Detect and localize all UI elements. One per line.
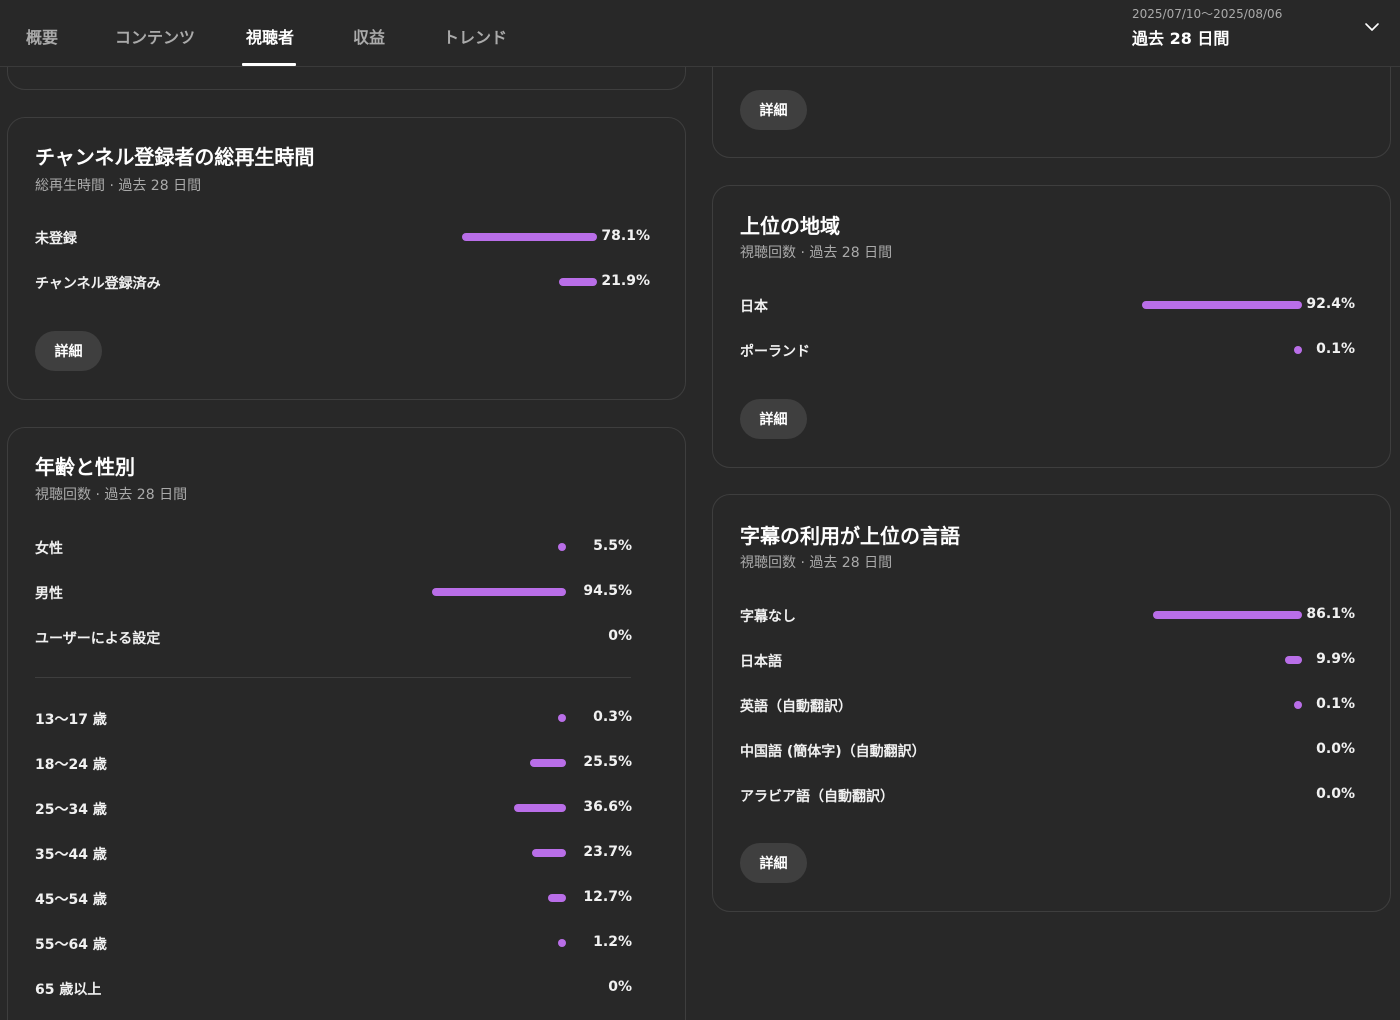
details-button[interactable]: 詳細 — [740, 90, 807, 130]
age-gender-card: 年齢と性別 視聴回数 · 過去 28 日間 女性 5.5% 男性 94.5% ユ… — [7, 427, 686, 1020]
age-label: 65 歳以上 — [35, 982, 102, 998]
percent-value: 0.0% — [1316, 786, 1355, 802]
gender-label: 女性 — [35, 541, 63, 557]
percent-value: 78.1% — [601, 228, 650, 244]
tab-trends[interactable]: トレンド — [443, 28, 507, 48]
gender-label: 男性 — [35, 586, 63, 602]
card-subtitle: 総再生時間 · 過去 28 日間 — [35, 178, 202, 194]
row-label: チャンネル登録済み — [35, 276, 161, 292]
percent-value: 0.3% — [593, 709, 632, 725]
language-label: 英語（自動翻訳） — [740, 699, 852, 715]
bar — [529, 759, 566, 767]
tab-revenue[interactable]: 収益 — [353, 28, 385, 48]
region-label: ポーランド — [740, 344, 810, 360]
percent-value: 12.7% — [583, 889, 632, 905]
percent-value: 9.9% — [1316, 651, 1355, 667]
card-title: 字幕の利用が上位の言語 — [740, 524, 960, 548]
percent-value: 0% — [608, 628, 632, 644]
age-label: 13〜17 歳 — [35, 712, 107, 728]
percent-value: 25.5% — [583, 754, 632, 770]
percent-value: 0.0% — [1316, 741, 1355, 757]
percent-value: 0% — [608, 979, 632, 995]
age-label: 35〜44 歳 — [35, 847, 107, 863]
region-label: 日本 — [740, 299, 768, 315]
card-subtitle: 視聴回数 · 過去 28 日間 — [740, 555, 893, 571]
language-label: アラビア語（自動翻訳） — [740, 789, 894, 805]
percent-value: 94.5% — [583, 583, 632, 599]
bar — [461, 233, 597, 241]
subtitle-languages-card: 字幕の利用が上位の言語 視聴回数 · 過去 28 日間 字幕なし 86.1% 日… — [712, 494, 1391, 912]
bar — [1142, 301, 1302, 309]
language-label: 字幕なし — [740, 609, 796, 625]
date-range-text[interactable]: 2025/07/10〜2025/08/06 — [1132, 5, 1282, 22]
tab-content[interactable]: コンテンツ — [115, 28, 195, 48]
details-button[interactable]: 詳細 — [740, 399, 807, 439]
language-label: 日本語 — [740, 654, 782, 670]
bar — [514, 804, 566, 812]
subscriber-watch-time-card: チャンネル登録者の総再生時間 総再生時間 · 過去 28 日間 未登録 78.1… — [7, 117, 686, 400]
active-tab-indicator — [242, 63, 296, 66]
gender-label: ユーザーによる設定 — [35, 631, 161, 647]
divider — [35, 677, 631, 678]
analytics-page: 概要 コンテンツ 視聴者 収益 トレンド 2025/07/10〜2025/08/… — [0, 0, 1400, 1020]
details-button[interactable]: 詳細 — [35, 331, 102, 371]
bar — [532, 849, 566, 857]
percent-value: 0.1% — [1316, 696, 1355, 712]
bar — [558, 939, 566, 947]
bar — [558, 714, 566, 722]
card-title: チャンネル登録者の総再生時間 — [35, 145, 315, 169]
percent-value: 36.6% — [583, 799, 632, 815]
age-label: 45〜54 歳 — [35, 892, 107, 908]
details-button[interactable]: 詳細 — [740, 843, 807, 883]
percent-value: 21.9% — [601, 273, 650, 289]
top-tab-bar: 概要 コンテンツ 視聴者 収益 トレンド 2025/07/10〜2025/08/… — [0, 0, 1400, 67]
age-label: 18〜24 歳 — [35, 757, 107, 773]
period-selector-label[interactable]: 過去 28 日間 — [1132, 25, 1229, 49]
card-title: 年齢と性別 — [35, 455, 135, 479]
row-label: 未登録 — [35, 231, 77, 247]
card-subtitle: 視聴回数 · 過去 28 日間 — [35, 487, 188, 503]
percent-value: 23.7% — [583, 844, 632, 860]
card-subtitle: 視聴回数 · 過去 28 日間 — [740, 245, 893, 261]
bar — [558, 543, 566, 551]
percent-value: 86.1% — [1306, 606, 1355, 622]
tab-audience[interactable]: 視聴者 — [246, 28, 294, 48]
age-label: 25〜34 歳 — [35, 802, 107, 818]
percent-value: 5.5% — [593, 538, 632, 554]
tab-overview[interactable]: 概要 — [26, 28, 58, 48]
bar — [547, 894, 566, 902]
bar — [1153, 611, 1302, 619]
percent-value: 92.4% — [1306, 296, 1355, 312]
card-title: 上位の地域 — [740, 214, 840, 238]
top-regions-card: 上位の地域 視聴回数 · 過去 28 日間 日本 92.4% ポーランド 0.1… — [712, 185, 1391, 468]
language-label: 中国語 (簡体字)（自動翻訳） — [740, 744, 926, 760]
percent-value: 1.2% — [593, 934, 632, 950]
age-label: 55〜64 歳 — [35, 937, 107, 953]
bar — [431, 588, 566, 596]
chevron-down-icon[interactable] — [1363, 18, 1381, 36]
percent-value: 0.1% — [1316, 341, 1355, 357]
